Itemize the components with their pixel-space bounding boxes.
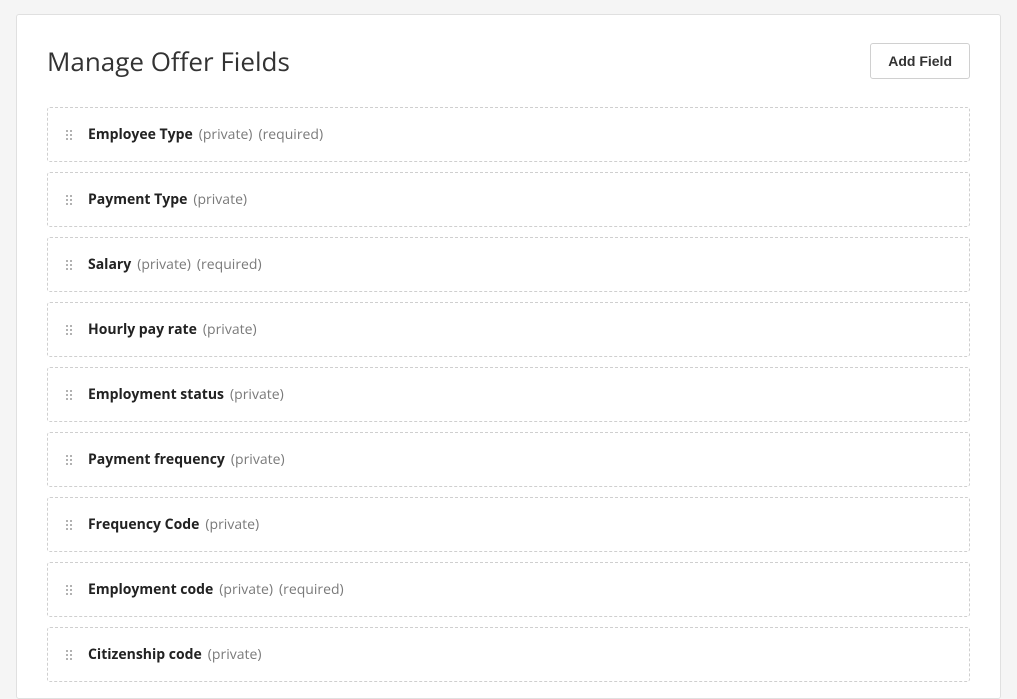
field-name-label: Employment status xyxy=(88,385,224,404)
offer-fields-panel: Manage Offer Fields Add Field Employee T… xyxy=(16,14,1001,699)
field-name-label: Salary xyxy=(88,255,131,274)
field-name-label: Employment code xyxy=(88,580,213,599)
required-tag: (required) xyxy=(197,255,262,274)
field-name-label: Payment frequency xyxy=(88,450,225,469)
required-tag: (required) xyxy=(279,580,344,599)
private-tag: (private) xyxy=(231,450,285,469)
field-list: Employee Type (private) (required) Payment … xyxy=(47,107,970,682)
field-name-label: Frequency Code xyxy=(88,515,199,534)
drag-handle-icon[interactable] xyxy=(64,195,74,205)
private-tag: (private) xyxy=(137,255,191,274)
field-name-label: Employee Type xyxy=(88,125,193,144)
drag-handle-icon[interactable] xyxy=(64,585,74,595)
drag-handle-icon[interactable] xyxy=(64,130,74,140)
field-row[interactable]: Salary (private) (required) xyxy=(47,237,970,292)
field-name-label: Hourly pay rate xyxy=(88,320,197,339)
private-tag: (private) xyxy=(230,385,284,404)
private-tag: (private) xyxy=(193,190,247,209)
panel-header: Manage Offer Fields Add Field xyxy=(47,43,970,79)
drag-handle-icon[interactable] xyxy=(64,455,74,465)
field-row[interactable]: Employment code (private) (required) xyxy=(47,562,970,617)
drag-handle-icon[interactable] xyxy=(64,260,74,270)
field-row[interactable]: Citizenship code (private) xyxy=(47,627,970,682)
field-row[interactable]: Employee Type (private) (required) xyxy=(47,107,970,162)
drag-handle-icon[interactable] xyxy=(64,520,74,530)
field-name-label: Payment Type xyxy=(88,190,187,209)
required-tag: (required) xyxy=(258,125,323,144)
private-tag: (private) xyxy=(205,515,259,534)
field-row[interactable]: Hourly pay rate (private) xyxy=(47,302,970,357)
private-tag: (private) xyxy=(203,320,257,339)
drag-handle-icon[interactable] xyxy=(64,325,74,335)
private-tag: (private) xyxy=(199,125,253,144)
drag-handle-icon[interactable] xyxy=(64,650,74,660)
private-tag: (private) xyxy=(208,645,262,664)
field-name-label: Citizenship code xyxy=(88,645,202,664)
field-row[interactable]: Payment Type (private) xyxy=(47,172,970,227)
drag-handle-icon[interactable] xyxy=(64,390,74,400)
page-title: Manage Offer Fields xyxy=(47,43,290,79)
private-tag: (private) xyxy=(219,580,273,599)
add-field-button[interactable]: Add Field xyxy=(870,43,970,79)
field-row[interactable]: Frequency Code (private) xyxy=(47,497,970,552)
field-row[interactable]: Payment frequency (private) xyxy=(47,432,970,487)
field-row[interactable]: Employment status (private) xyxy=(47,367,970,422)
